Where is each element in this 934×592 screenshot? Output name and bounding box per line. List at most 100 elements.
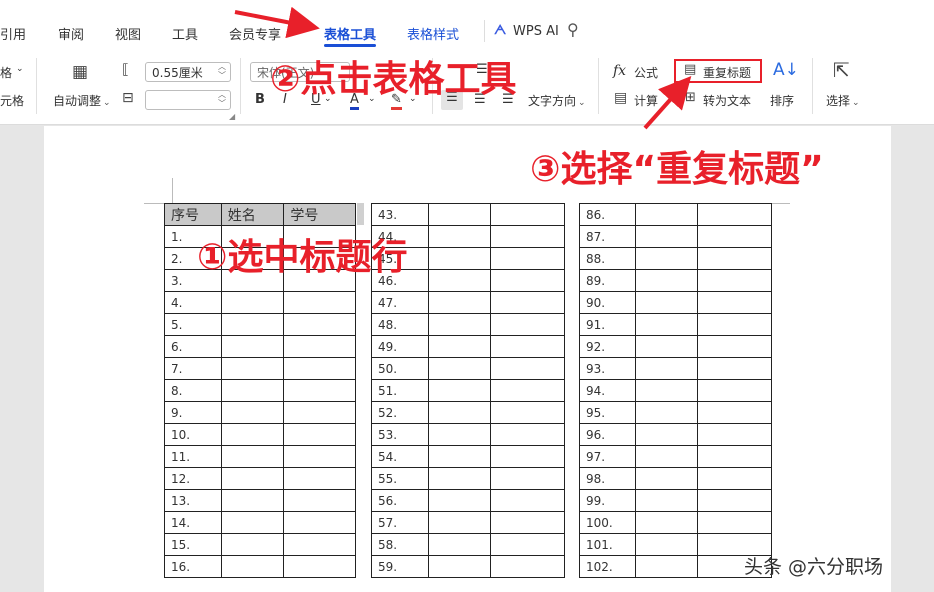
- formula-button[interactable]: 公式: [634, 64, 658, 81]
- table-cell[interactable]: 91.: [579, 313, 636, 336]
- table-cell[interactable]: [283, 467, 356, 490]
- table-cell[interactable]: 10.: [164, 423, 222, 446]
- table-cell[interactable]: [634, 401, 699, 424]
- table-row[interactable]: 11.: [164, 445, 356, 468]
- table-cell[interactable]: [427, 555, 492, 578]
- table-cell[interactable]: [220, 401, 285, 424]
- table-cell[interactable]: [634, 357, 699, 380]
- table-cell[interactable]: 90.: [579, 291, 636, 314]
- table-cell[interactable]: [220, 533, 285, 556]
- table-cell[interactable]: [490, 291, 565, 314]
- table-cell[interactable]: [427, 489, 492, 512]
- table-cell[interactable]: [283, 291, 356, 314]
- table-cell[interactable]: 49.: [371, 335, 429, 358]
- table-cell[interactable]: [490, 357, 565, 380]
- table-cell[interactable]: 15.: [164, 533, 222, 556]
- table-cell[interactable]: [427, 335, 492, 358]
- search-icon[interactable]: ⚲: [567, 20, 579, 39]
- table-cell[interactable]: 53.: [371, 423, 429, 446]
- table-row[interactable]: 102.: [579, 555, 772, 578]
- repeat-title-button[interactable]: 重复标题: [703, 64, 751, 81]
- table-cell[interactable]: [220, 335, 285, 358]
- table-cell[interactable]: [427, 379, 492, 402]
- table-cell[interactable]: [490, 379, 565, 402]
- table-cell[interactable]: [697, 247, 772, 270]
- text-direction-button[interactable]: 文字方向 ⌄: [528, 92, 586, 109]
- table-cell[interactable]: [634, 423, 699, 446]
- table-row[interactable]: 90.: [579, 291, 772, 314]
- table-cell[interactable]: [697, 225, 772, 248]
- table-cell[interactable]: 86.: [579, 203, 636, 226]
- header-cell[interactable]: 学号: [283, 203, 356, 226]
- table-row[interactable]: 96.: [579, 423, 772, 446]
- menu-references[interactable]: 引用: [0, 24, 26, 43]
- table-cell[interactable]: [427, 225, 492, 248]
- table-cell[interactable]: 6.: [164, 335, 222, 358]
- header-row[interactable]: 序号 姓名 学号: [164, 203, 356, 226]
- table-row[interactable]: 92.: [579, 335, 772, 358]
- table-row[interactable]: 43.: [371, 203, 565, 226]
- table-cell[interactable]: [283, 401, 356, 424]
- table-cell[interactable]: 5.: [164, 313, 222, 336]
- table-cell[interactable]: [490, 533, 565, 556]
- table-cell[interactable]: 100.: [579, 511, 636, 534]
- convert-text-button[interactable]: 转为文本: [703, 92, 751, 109]
- table-cell[interactable]: [283, 379, 356, 402]
- table-cell[interactable]: [490, 423, 565, 446]
- table-cell[interactable]: [634, 533, 699, 556]
- table-cell[interactable]: [283, 445, 356, 468]
- table-cell[interactable]: 9.: [164, 401, 222, 424]
- table-cell[interactable]: [634, 313, 699, 336]
- table-cell[interactable]: [427, 247, 492, 270]
- table-cell[interactable]: [283, 555, 356, 578]
- select-button[interactable]: 选择 ⌄: [826, 92, 860, 109]
- table-cell[interactable]: 51.: [371, 379, 429, 402]
- table-cell[interactable]: [427, 445, 492, 468]
- table-cell[interactable]: 11.: [164, 445, 222, 468]
- table-cell[interactable]: [697, 423, 772, 446]
- header-cell[interactable]: 姓名: [220, 203, 285, 226]
- table-cell[interactable]: [490, 335, 565, 358]
- table-row[interactable]: 50.: [371, 357, 565, 380]
- table-cell[interactable]: [427, 467, 492, 490]
- table-cell[interactable]: 48.: [371, 313, 429, 336]
- menu-wps-ai[interactable]: WPS AI: [513, 24, 559, 39]
- table-cell[interactable]: [697, 269, 772, 292]
- table-cell[interactable]: 52.: [371, 401, 429, 424]
- table-cell[interactable]: 50.: [371, 357, 429, 380]
- table-cell[interactable]: [220, 313, 285, 336]
- table-cell[interactable]: [634, 445, 699, 468]
- table-row[interactable]: 100.: [579, 511, 772, 534]
- table-cell[interactable]: [490, 511, 565, 534]
- table-cell[interactable]: [634, 225, 699, 248]
- table-cell[interactable]: [283, 511, 356, 534]
- table-cell[interactable]: [634, 247, 699, 270]
- table-row[interactable]: 88.: [579, 247, 772, 270]
- table-cell[interactable]: [490, 467, 565, 490]
- table-cell[interactable]: [427, 291, 492, 314]
- table-cell[interactable]: [283, 313, 356, 336]
- table-cell[interactable]: 102.: [579, 555, 636, 578]
- table-row[interactable]: 87.: [579, 225, 772, 248]
- table-cell[interactable]: 4.: [164, 291, 222, 314]
- table-cell[interactable]: [490, 401, 565, 424]
- table-cell[interactable]: 94.: [579, 379, 636, 402]
- table-cell[interactable]: 57.: [371, 511, 429, 534]
- table-cell[interactable]: [490, 269, 565, 292]
- table-cell[interactable]: 43.: [371, 203, 429, 226]
- table-cell[interactable]: 89.: [579, 269, 636, 292]
- table-cell[interactable]: [220, 555, 285, 578]
- table-cell[interactable]: [427, 533, 492, 556]
- table-row[interactable]: 95.: [579, 401, 772, 424]
- table-cell[interactable]: 93.: [579, 357, 636, 380]
- table-row[interactable]: 93.: [579, 357, 772, 380]
- table-cell[interactable]: 14.: [164, 511, 222, 534]
- table-cell[interactable]: [697, 335, 772, 358]
- table-cell[interactable]: [220, 445, 285, 468]
- table-cell[interactable]: [427, 357, 492, 380]
- bold-icon[interactable]: B: [255, 92, 265, 107]
- table-row[interactable]: 89.: [579, 269, 772, 292]
- table-row[interactable]: 52.: [371, 401, 565, 424]
- table-row[interactable]: 51.: [371, 379, 565, 402]
- table-cell[interactable]: [283, 357, 356, 380]
